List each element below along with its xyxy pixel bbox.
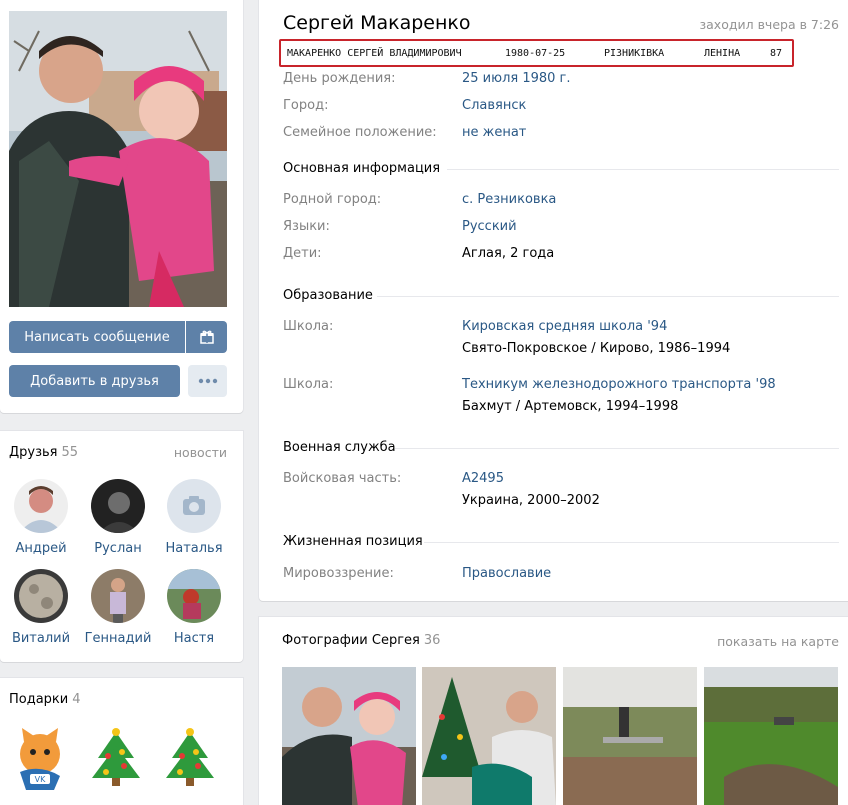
family-label: Семейное положение: [283, 125, 437, 140]
profile-info-card: Сергей Макаренко заходил вчера в 7:26 МА… [259, 0, 848, 601]
friend-item[interactable]: Руслан [82, 479, 154, 556]
friend-name: Андрей [15, 541, 67, 556]
highlighted-record: МАКАРЕНКО СЕРГЕЙ ВЛАДИМИРОВИЧ 1980-07-25… [279, 39, 794, 67]
last-seen-status: заходил вчера в 7:26 [699, 17, 839, 32]
record-village: РІЗНИКІВКА [604, 48, 665, 59]
photo-thumbnail[interactable] [422, 667, 556, 805]
friend-name: Руслан [94, 541, 142, 556]
languages-link[interactable]: Русский [462, 219, 517, 234]
friend-item[interactable]: Геннадий [82, 569, 154, 646]
gifts-title: Подарки [9, 692, 69, 707]
record-date: 1980-07-25 [505, 48, 566, 59]
friends-header[interactable]: Друзья 55 [9, 445, 78, 460]
friends-block: Друзья 55 новости Андрей Руслан Наталья В… [0, 431, 243, 662]
city-label: Город: [283, 98, 329, 113]
kids-label: Дети: [283, 246, 322, 261]
section-life-position: Жизненная позиция [283, 534, 423, 549]
show-on-map-link[interactable]: показать на карте [717, 634, 839, 649]
profile-avatar-card: Написать сообщение Добавить в друзья [0, 0, 243, 413]
unit-link[interactable]: А2495 [462, 471, 504, 486]
unit-detail: Украина, 2000–2002 [462, 493, 600, 508]
gift-item[interactable] [160, 724, 220, 794]
unit-label: Войсковая часть: [283, 471, 402, 486]
kids-value: Аглая, 2 года [462, 246, 555, 261]
friend-item[interactable]: Настя [158, 569, 230, 646]
family-link[interactable]: не женат [462, 125, 526, 140]
svg-text:VK: VK [35, 775, 46, 784]
avatar [91, 569, 145, 623]
photo-thumbnail[interactable] [282, 667, 416, 805]
gift-icon [199, 330, 214, 344]
gifts-block: Подарки 4 VK [0, 678, 243, 805]
send-message-button[interactable]: Написать сообщение [9, 321, 185, 353]
hometown-link[interactable]: с. Резниковка [462, 192, 556, 207]
worldview-link[interactable]: Православие [462, 566, 551, 581]
friend-name: Наталья [165, 541, 223, 556]
friends-count: 55 [61, 445, 79, 460]
friends-title: Друзья [9, 445, 58, 460]
gift-item[interactable] [86, 724, 146, 794]
section-military: Военная служба [283, 440, 396, 455]
friend-item[interactable]: Андрей [5, 479, 77, 556]
page-title: Сергей Макаренко [283, 12, 471, 34]
section-main-info: Основная информация [283, 161, 441, 176]
city-link[interactable]: Славянск [462, 98, 526, 113]
school1-detail: Свято-Покровское / Кирово, 1986–1994 [462, 341, 731, 356]
friend-item[interactable]: Наталья [158, 479, 230, 556]
friend-name: Настя [173, 631, 215, 646]
more-actions-button[interactable] [188, 365, 227, 397]
record-house: 87 [770, 48, 783, 59]
divider [447, 169, 839, 170]
gifts-count: 4 [72, 692, 81, 707]
send-gift-button[interactable] [186, 321, 227, 353]
christmas-tree-icon [166, 728, 214, 786]
divider [377, 296, 839, 297]
avatar [167, 479, 221, 533]
avatar [14, 569, 68, 623]
avatar [91, 479, 145, 533]
friend-item[interactable]: Виталий [5, 569, 77, 646]
avatar [14, 479, 68, 533]
gifts-header[interactable]: Подарки 4 [9, 692, 81, 707]
school-label: Школа: [283, 377, 334, 392]
record-fullname: МАКАРЕНКО СЕРГЕЙ ВЛАДИМИРОВИЧ [287, 48, 462, 59]
friend-name: Виталий [11, 631, 71, 646]
birthday-label: День рождения: [283, 71, 396, 86]
divider [424, 542, 839, 543]
photos-count: 36 [423, 633, 441, 648]
school-label: Школа: [283, 319, 334, 334]
photo-thumbnail[interactable] [563, 667, 697, 805]
worldview-label: Мировоззрение: [283, 566, 394, 581]
profile-photo[interactable] [9, 11, 227, 307]
photos-block: Фотографии Сергея 36 показать на карте [259, 617, 848, 805]
photos-header[interactable]: Фотографии Сергея 36 [282, 633, 440, 648]
avatar [167, 569, 221, 623]
friend-name: Геннадий [84, 631, 152, 646]
section-education: Образование [283, 288, 373, 303]
divider [395, 448, 839, 449]
school2-link[interactable]: Техникум железнодорожного транспорта '98 [462, 377, 776, 392]
gift-item[interactable]: VK [10, 724, 70, 794]
hometown-label: Родной город: [283, 192, 382, 207]
add-friend-button[interactable]: Добавить в друзья [9, 365, 180, 397]
languages-label: Языки: [283, 219, 330, 234]
record-street: ЛЕНІНА [704, 48, 741, 59]
school2-detail: Бахмут / Артемовск, 1994–1998 [462, 399, 679, 414]
more-icon [198, 378, 217, 384]
friends-news-link[interactable]: новости [174, 445, 227, 460]
birthday-link[interactable]: 25 июля 1980 г. [462, 71, 571, 86]
christmas-tree-icon [92, 728, 140, 786]
school1-link[interactable]: Кировская средняя школа '94 [462, 319, 667, 334]
cat-sticker-icon: VK [20, 728, 60, 790]
photos-title: Фотографии Сергея [282, 633, 420, 648]
photo-thumbnail[interactable] [704, 667, 838, 805]
